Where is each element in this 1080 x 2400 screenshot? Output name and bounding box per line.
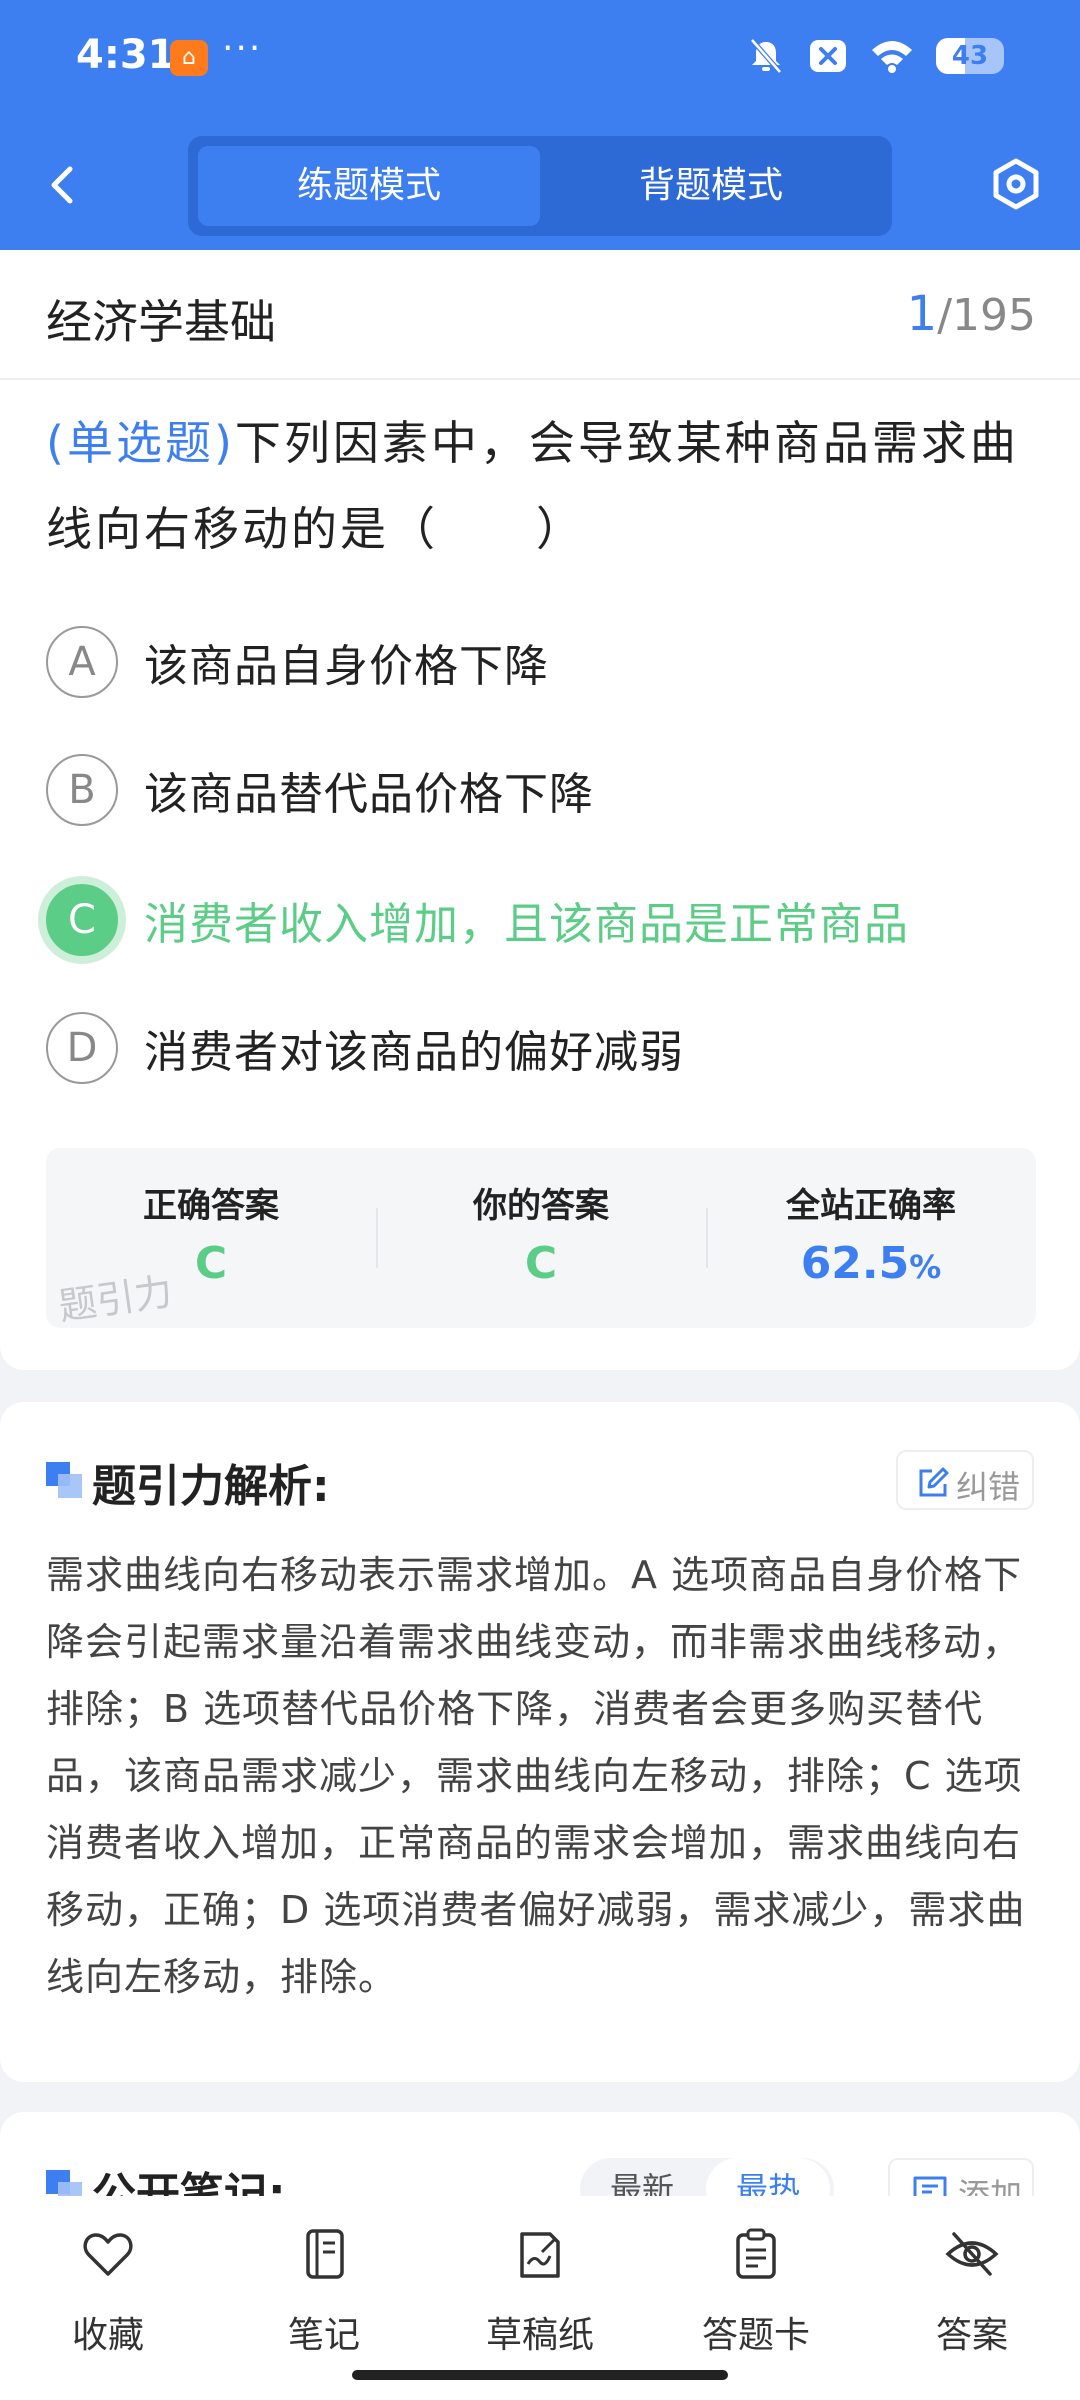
your-answer-value: C xyxy=(524,1238,558,1289)
option-letter: A xyxy=(46,626,118,698)
app-header: 4:31 ⌂ ··· 43 练题模式 背题模式 xyxy=(0,0,1080,250)
option-letter: D xyxy=(46,1012,118,1084)
nav-label: 草稿纸 xyxy=(485,2315,594,2356)
status-time: 4:31 xyxy=(76,32,176,78)
option-letter: B xyxy=(46,754,118,826)
option-text: 消费者对该商品的偏好减弱 xyxy=(144,1027,684,1078)
settings-hexagon-icon[interactable] xyxy=(988,156,1044,212)
option-text: 该商品自身价格下降 xyxy=(144,641,549,692)
battery-indicator: 43 xyxy=(936,38,1004,74)
status-bar: 4:31 ⌂ ··· 43 xyxy=(0,0,1080,120)
correct-answer-label: 正确答案 xyxy=(143,1186,279,1226)
accuracy-unit: % xyxy=(909,1248,942,1286)
edit-icon xyxy=(919,1467,949,1497)
accuracy-label: 全站正确率 xyxy=(786,1186,956,1226)
question-card: 经济学基础 1/195 (单选题)下列因素中，会导致某种商品需求曲线向右移动的是… xyxy=(0,250,1080,1370)
your-answer-label: 你的答案 xyxy=(473,1186,609,1226)
notebook-icon xyxy=(306,2229,344,2279)
nav-draft[interactable]: 草稿纸 xyxy=(460,2226,620,2366)
mode-switch: 练题模式 背题模式 xyxy=(188,136,892,236)
answer-card-icon xyxy=(736,2228,776,2279)
tab-practice-mode[interactable]: 练题模式 xyxy=(198,146,540,226)
heart-icon xyxy=(83,2233,133,2276)
draft-icon xyxy=(520,2232,560,2278)
tab-memorize-mode[interactable]: 背题模式 xyxy=(540,146,882,226)
nav-answer[interactable]: 答案 xyxy=(892,2226,1052,2366)
option-b[interactable]: B 该商品替代品价格下降 xyxy=(46,750,1036,830)
answer-summary-panel: 正确答案 C 你的答案 C 全站正确率 62.5% 题引力 xyxy=(46,1148,1036,1329)
section-square-icon xyxy=(46,1462,82,1498)
total-questions: /195 xyxy=(937,290,1036,341)
accuracy-value: 62.5% xyxy=(706,1238,1036,1289)
question-progress: 1/195 xyxy=(907,286,1036,342)
nav-label: 答题卡 xyxy=(701,2315,810,2356)
question-stem: (单选题)下列因素中，会导致某种商品需求曲线向右移动的是（ ） xyxy=(46,400,1041,572)
status-icons: 43 xyxy=(746,36,1004,76)
option-letter: C xyxy=(46,884,118,956)
back-arrow-icon[interactable] xyxy=(42,155,82,215)
option-c[interactable]: C 消费者收入增加，且该商品是正常商品 xyxy=(46,880,1036,960)
battery-percent: 43 xyxy=(951,41,989,71)
home-indicator[interactable] xyxy=(352,2370,728,2380)
option-text: 该商品替代品价格下降 xyxy=(144,769,594,820)
nav-label: 答案 xyxy=(935,2315,1008,2356)
subject-title: 经济学基础 xyxy=(46,295,276,349)
nav-answer-card[interactable]: 答题卡 xyxy=(676,2226,836,2366)
nav-notes[interactable]: 笔记 xyxy=(244,2226,404,2366)
eye-off-icon xyxy=(945,2232,999,2276)
option-text: 消费者收入增加，且该商品是正常商品 xyxy=(144,899,909,950)
accuracy-number: 62.5 xyxy=(800,1238,910,1289)
report-error-button[interactable]: 纠错 xyxy=(896,1450,1034,1510)
sim-x-icon xyxy=(810,40,846,72)
report-error-label: 纠错 xyxy=(956,1468,1021,1506)
analysis-card: 题引力解析: 纠错 需求曲线向右移动表示需求增加。A 选项商品自身价格下降会引起… xyxy=(0,1402,1080,2082)
accuracy-column: 全站正确率 62.5% xyxy=(706,1148,1036,1328)
app-notification-icon: ⌂ xyxy=(170,40,208,76)
nav-label: 笔记 xyxy=(287,2315,360,2356)
subject-row: 经济学基础 1/195 xyxy=(0,250,1080,380)
nav-favorite[interactable]: 收藏 xyxy=(28,2226,188,2366)
nav-label: 收藏 xyxy=(71,2315,144,2356)
wifi-icon xyxy=(872,41,912,73)
your-answer-column: 你的答案 C xyxy=(376,1148,706,1328)
question-type: (单选题) xyxy=(46,416,235,470)
option-a[interactable]: A 该商品自身价格下降 xyxy=(46,622,1036,702)
analysis-text: 需求曲线向右移动表示需求增加。A 选项商品自身价格下降会引起需求量沿着需求曲线变… xyxy=(46,1553,1026,1999)
current-question-number: 1 xyxy=(906,286,938,342)
option-d[interactable]: D 消费者对该商品的偏好减弱 xyxy=(46,1008,1036,1088)
analysis-title: 题引力解析: xyxy=(92,1461,330,1512)
more-notifications-icon: ··· xyxy=(222,28,263,69)
mute-bell-icon xyxy=(750,38,782,74)
